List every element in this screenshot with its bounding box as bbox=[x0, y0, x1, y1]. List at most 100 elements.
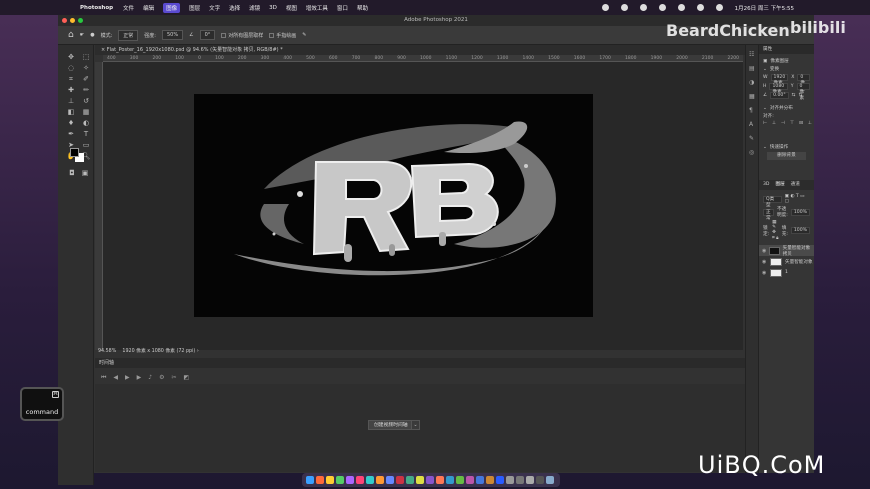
flip-h-icon[interactable]: ⇆ bbox=[792, 93, 796, 98]
wechat-icon[interactable] bbox=[620, 4, 628, 11]
align-middle-icon[interactable]: ⊟ bbox=[799, 121, 803, 126]
layer-row[interactable]: ◉ 矢量智能对象 拷贝 bbox=[759, 245, 814, 257]
dock-app-icon[interactable] bbox=[466, 476, 474, 484]
dock-app-icon[interactable] bbox=[396, 476, 404, 484]
mail-icon[interactable] bbox=[658, 4, 666, 11]
menu-layer[interactable]: 图层 bbox=[189, 4, 200, 12]
crop-tool-icon[interactable]: ⌗ bbox=[66, 75, 76, 84]
layer-row[interactable]: ◉ 1 bbox=[759, 267, 814, 278]
dock-app-icon[interactable] bbox=[406, 476, 414, 484]
y-field[interactable]: 0 像素 bbox=[796, 83, 810, 101]
angle-field[interactable]: 0.00° bbox=[770, 92, 789, 99]
align-bottom-icon[interactable]: ⊥ bbox=[808, 121, 812, 126]
app-status-icon[interactable] bbox=[639, 4, 647, 11]
properties-header[interactable]: 属性 bbox=[759, 45, 814, 54]
layer-kind-filter[interactable]: Q类型 bbox=[763, 195, 782, 208]
dock-app-icon[interactable] bbox=[336, 476, 344, 484]
history-panel-icon[interactable]: ☷ bbox=[749, 51, 757, 59]
finger-painting-checkbox[interactable]: 手指绘画 bbox=[269, 32, 296, 39]
create-video-timeline-button[interactable]: 创建视频时间轴 bbox=[368, 420, 414, 430]
channels-panel-icon[interactable]: ◎ bbox=[749, 149, 757, 157]
transition-icon[interactable]: ◩ bbox=[184, 374, 190, 381]
dock-app-icon[interactable] bbox=[506, 476, 514, 484]
blur-tool-icon[interactable]: ♦ bbox=[66, 119, 76, 128]
color-swatches[interactable] bbox=[70, 148, 85, 163]
dock-app-icon[interactable] bbox=[546, 476, 554, 484]
create-timeline-dropdown-icon[interactable]: ⌄ bbox=[411, 420, 420, 430]
play-icon[interactable]: ▶ bbox=[125, 374, 130, 381]
visibility-eye-icon[interactable]: ◉ bbox=[762, 259, 767, 265]
dock-app-icon[interactable] bbox=[486, 476, 494, 484]
split-icon[interactable]: ✂ bbox=[172, 374, 177, 381]
transform-toggle-icon[interactable]: ⌄ bbox=[763, 67, 767, 72]
next-frame-icon[interactable]: ▶ bbox=[137, 374, 142, 381]
tab-layers[interactable]: 图层 bbox=[775, 182, 784, 188]
document-info[interactable]: 1920 像素 x 1080 像素 (72 ppi) bbox=[122, 349, 195, 354]
width-field[interactable]: 1920 像素 bbox=[770, 74, 789, 86]
align-right-icon[interactable]: ⊣ bbox=[781, 121, 785, 126]
zoom-level[interactable]: 94.58% bbox=[98, 349, 116, 354]
pen-tool-icon[interactable]: ✒ bbox=[66, 130, 76, 139]
screen-mode-icon[interactable]: ▣ bbox=[80, 169, 90, 178]
adjustments-panel-icon[interactable]: ◑ bbox=[749, 79, 757, 87]
dock-app-icon[interactable] bbox=[316, 476, 324, 484]
menu-3d[interactable]: 3D bbox=[269, 5, 277, 11]
opacity-field[interactable]: 100% bbox=[790, 208, 810, 216]
dock-app-icon[interactable] bbox=[446, 476, 454, 484]
menu-view[interactable]: 视图 bbox=[286, 4, 297, 12]
sample-all-checkbox[interactable]: 对所有图层取样 bbox=[221, 32, 263, 39]
dock-app-icon[interactable] bbox=[306, 476, 314, 484]
mode-select[interactable]: 正常 bbox=[118, 29, 139, 41]
dock-app-icon[interactable] bbox=[426, 476, 434, 484]
strength-input[interactable]: 50% bbox=[161, 30, 184, 40]
dock-app-icon[interactable] bbox=[376, 476, 384, 484]
dock-app-icon[interactable] bbox=[516, 476, 524, 484]
home-icon[interactable]: ⌂ bbox=[68, 30, 74, 40]
dock-app-icon[interactable] bbox=[536, 476, 544, 484]
x-field[interactable]: 0 像素 bbox=[797, 74, 810, 92]
clock[interactable]: 1月26日 周三 下午5:55 bbox=[735, 4, 794, 12]
tab-3d[interactable]: 3D bbox=[763, 182, 769, 188]
menu-type[interactable]: 文字 bbox=[209, 4, 220, 12]
menu-edit[interactable]: 编辑 bbox=[143, 4, 154, 12]
dock-app-icon[interactable] bbox=[456, 476, 464, 484]
dock-app-icon[interactable] bbox=[356, 476, 364, 484]
dock-app-icon[interactable] bbox=[496, 476, 504, 484]
artboard[interactable] bbox=[194, 94, 593, 317]
pressure-icon[interactable]: ✎ bbox=[302, 32, 306, 38]
quick-select-icon[interactable]: ✧ bbox=[81, 64, 91, 73]
control-center-icon[interactable] bbox=[715, 4, 723, 11]
canvas-area[interactable] bbox=[103, 62, 743, 350]
layer-row[interactable]: ◉ 矢量智能对象 bbox=[759, 256, 814, 267]
history-brush-icon[interactable]: ↺ bbox=[81, 97, 91, 106]
align-left-icon[interactable]: ⊢ bbox=[763, 121, 767, 126]
brush-tool-icon[interactable]: ☛ bbox=[80, 32, 84, 38]
brush-tool-icon[interactable]: ✏ bbox=[81, 86, 91, 95]
healing-brush-icon[interactable]: ✚ bbox=[66, 86, 76, 95]
menu-window[interactable]: 窗口 bbox=[337, 4, 348, 12]
align-center-icon[interactable]: ⊥ bbox=[772, 121, 776, 126]
properties-panel-icon[interactable]: ▤ bbox=[749, 65, 757, 73]
tab-channels[interactable]: 通道 bbox=[791, 182, 800, 188]
foreground-color-swatch[interactable] bbox=[70, 148, 79, 157]
align-toggle-icon[interactable]: ⌄ bbox=[763, 106, 767, 111]
menu-help[interactable]: 帮助 bbox=[357, 4, 368, 12]
type-tool-icon[interactable]: T bbox=[81, 130, 91, 139]
quick-actions-toggle-icon[interactable]: ⌄ bbox=[763, 145, 767, 150]
menu-filter[interactable]: 滤镜 bbox=[249, 4, 260, 12]
close-button[interactable] bbox=[62, 18, 67, 23]
angle-input[interactable]: 0° bbox=[199, 30, 216, 40]
visibility-eye-icon[interactable]: ◉ bbox=[762, 248, 766, 254]
first-frame-icon[interactable]: ⏮ bbox=[101, 374, 106, 382]
dock-app-icon[interactable] bbox=[526, 476, 534, 484]
brush-panel-icon[interactable]: ✎ bbox=[749, 135, 757, 143]
dock-app-icon[interactable] bbox=[416, 476, 424, 484]
brush-preset-icon[interactable]: ● bbox=[90, 32, 94, 38]
dock-app-icon[interactable] bbox=[386, 476, 394, 484]
lock-icons[interactable]: ▦ ✎ ✥ ⌗ 🔒︎ bbox=[772, 220, 779, 241]
prev-frame-icon[interactable]: ◀ bbox=[113, 374, 118, 381]
menu-plugins[interactable]: 增效工具 bbox=[306, 4, 328, 12]
settings-icon[interactable]: ⚙ bbox=[159, 374, 164, 381]
dock-app-icon[interactable] bbox=[346, 476, 354, 484]
dock-app-icon[interactable] bbox=[326, 476, 334, 484]
